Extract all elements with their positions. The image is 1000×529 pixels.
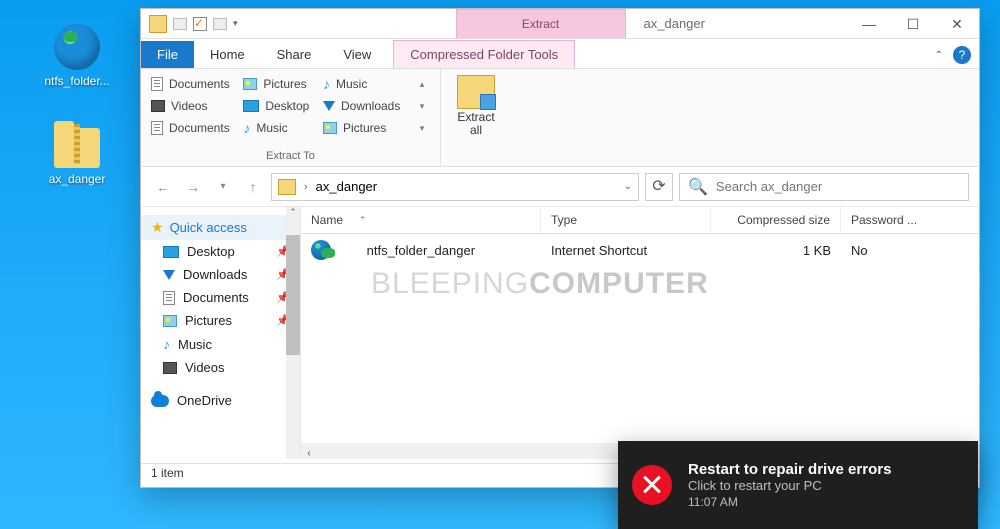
extract-all-icon xyxy=(457,75,495,109)
tab-view[interactable]: View xyxy=(327,41,387,68)
error-icon xyxy=(632,465,672,505)
maximize-button[interactable]: ☐ xyxy=(891,9,935,39)
desktop-icon-zip[interactable]: ax_danger xyxy=(32,128,122,186)
recent-dropdown-icon[interactable]: ▾ xyxy=(211,175,235,199)
refresh-button[interactable]: ⟳ xyxy=(645,173,673,201)
dest-documents-2[interactable]: Documents xyxy=(151,117,235,139)
monitor-icon xyxy=(163,246,179,258)
back-button[interactable]: ← xyxy=(151,175,175,199)
col-name[interactable]: Name⌃ xyxy=(301,207,541,233)
desktop-icon-label: ax_danger xyxy=(32,172,122,186)
qat-item-icon[interactable] xyxy=(173,18,187,30)
search-box[interactable]: 🔍 xyxy=(679,173,969,201)
sidebar-item-downloads[interactable]: Downloads📌 xyxy=(141,263,300,286)
globe-icon xyxy=(54,24,100,70)
sidebar-item-onedrive[interactable]: OneDrive xyxy=(141,389,300,412)
tab-compressed-tools[interactable]: Compressed Folder Tools xyxy=(393,40,575,68)
desktop: ntfs_folder... ax_danger xyxy=(0,0,140,186)
address-bar[interactable]: › ⌄ xyxy=(271,173,639,201)
search-icon: 🔍 xyxy=(688,177,708,197)
music-icon: ♪ xyxy=(163,336,170,352)
download-icon xyxy=(163,270,175,280)
minimize-button[interactable]: — xyxy=(847,9,891,39)
cloud-icon xyxy=(151,395,169,407)
dest-music[interactable]: ♪Music xyxy=(323,73,406,95)
sidebar-quick-access[interactable]: ★ Quick access xyxy=(141,215,300,240)
close-button[interactable]: ✕ xyxy=(935,9,979,39)
address-input[interactable] xyxy=(316,179,616,194)
file-password: No xyxy=(841,237,979,264)
extract-all-button[interactable]: Extract all xyxy=(451,75,501,137)
toast-subtitle: Click to restart your PC xyxy=(688,478,891,493)
dest-documents[interactable]: Documents xyxy=(151,73,235,95)
ribbon-group-label: Extract To xyxy=(151,150,430,166)
window-title: ax_danger xyxy=(644,16,705,31)
watermark: BLEEPINGCOMPUTER xyxy=(371,267,709,301)
explorer-window: ▾ Extract ax_danger — ☐ ✕ File Home Shar… xyxy=(140,8,980,488)
tab-home[interactable]: Home xyxy=(194,41,261,68)
dest-music-2[interactable]: ♪Music xyxy=(243,117,315,139)
ribbon-collapse-icon[interactable]: ⌃ xyxy=(935,50,943,61)
notification-toast[interactable]: Restart to repair drive errors Click to … xyxy=(618,441,978,529)
dest-desktop[interactable]: Desktop xyxy=(243,95,315,117)
dest-downloads[interactable]: Downloads xyxy=(323,95,406,117)
column-headers: Name⌃ Type Compressed size Password ... xyxy=(301,207,979,234)
file-type: Internet Shortcut xyxy=(541,237,711,264)
dest-pictures-2[interactable]: Pictures xyxy=(323,117,406,139)
sidebar-item-pictures[interactable]: Pictures📌 xyxy=(141,309,300,332)
ribbon-tabs: File Home Share View Compressed Folder T… xyxy=(141,39,979,69)
sidebar-item-desktop[interactable]: Desktop📌 xyxy=(141,240,300,263)
forward-button[interactable]: → xyxy=(181,175,205,199)
desktop-icon-ntfs[interactable]: ntfs_folder... xyxy=(32,24,122,88)
star-icon: ★ xyxy=(151,219,164,236)
sidebar-item-music[interactable]: ♪Music xyxy=(141,332,300,356)
ribbon: Documents Pictures ♪Music ▴ Videos Deskt… xyxy=(141,69,979,167)
col-password[interactable]: Password ... xyxy=(841,207,979,233)
picture-icon xyxy=(163,315,177,327)
quick-access-toolbar: ▾ xyxy=(141,15,246,33)
up-button[interactable]: ↑ xyxy=(241,175,265,199)
tab-share[interactable]: Share xyxy=(261,41,328,68)
file-name: ntfs_folder_danger xyxy=(367,243,475,258)
document-icon xyxy=(163,291,175,305)
dest-pictures[interactable]: Pictures xyxy=(243,73,315,95)
sidebar-item-documents[interactable]: Documents📌 xyxy=(141,286,300,309)
sort-caret-icon: ⌃ xyxy=(359,215,367,226)
globe-icon xyxy=(311,240,331,260)
extract-destinations: Documents Pictures ♪Music ▴ Videos Deskt… xyxy=(151,73,430,139)
app-icon[interactable] xyxy=(149,15,167,33)
file-size: 1 KB xyxy=(711,237,841,264)
desktop-icon-label: ntfs_folder... xyxy=(32,74,122,88)
nav-row: ← → ▾ ↑ › ⌄ ⟳ 🔍 xyxy=(141,167,979,207)
file-list: Name⌃ Type Compressed size Password ... … xyxy=(301,207,979,459)
address-dropdown-icon[interactable]: ⌄ xyxy=(624,181,632,192)
context-tab-header: Extract xyxy=(456,9,626,38)
sidebar-scrollbar[interactable]: ⌃ xyxy=(286,207,300,459)
help-icon[interactable]: ? xyxy=(953,46,971,64)
zip-folder-icon xyxy=(54,128,100,168)
qat-dropdown-icon[interactable]: ▾ xyxy=(233,18,238,29)
chevron-right-icon[interactable]: › xyxy=(304,181,308,193)
sidebar-item-videos[interactable]: Videos xyxy=(141,356,300,379)
dest-videos[interactable]: Videos xyxy=(151,95,235,117)
col-type[interactable]: Type xyxy=(541,207,711,233)
dest-scroll-down-icon[interactable]: ▾ xyxy=(414,95,430,117)
toast-time: 11:07 AM xyxy=(688,495,891,509)
sidebar: ★ Quick access Desktop📌 Downloads📌 Docum… xyxy=(141,207,301,459)
tab-file[interactable]: File xyxy=(141,41,194,68)
video-icon xyxy=(163,362,177,374)
title-bar[interactable]: ▾ Extract ax_danger — ☐ ✕ xyxy=(141,9,979,39)
dest-more-icon[interactable]: ▾ xyxy=(414,117,430,139)
folder-icon xyxy=(278,179,296,195)
file-row[interactable]: ntfs_folder_danger Internet Shortcut 1 K… xyxy=(301,234,979,266)
col-size[interactable]: Compressed size xyxy=(711,207,841,233)
dest-scroll-up-icon[interactable]: ▴ xyxy=(414,73,430,95)
toast-title: Restart to repair drive errors xyxy=(688,461,891,478)
qat-item-icon[interactable] xyxy=(213,18,227,30)
search-input[interactable] xyxy=(716,179,960,194)
qat-check-icon[interactable] xyxy=(193,17,207,31)
